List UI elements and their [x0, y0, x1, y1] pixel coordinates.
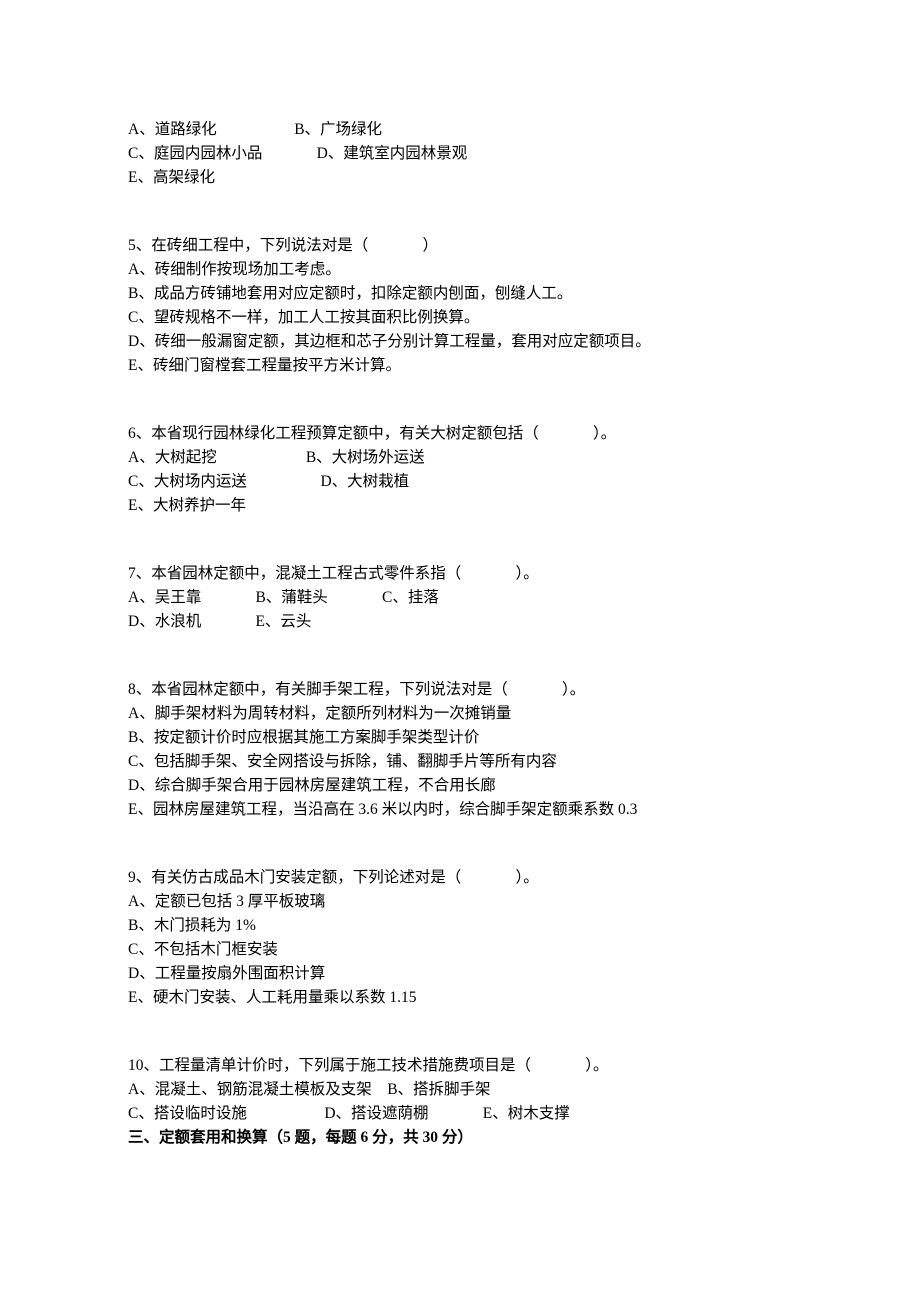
question-stem: 6、本省现行园林绿化工程预算定额中，有关大树定额包括（ ）。	[128, 422, 800, 446]
option-line: E、大树养护一年	[128, 494, 800, 518]
option-line: A、混凝土、钢筋混凝土模板及支架 B、搭拆脚手架	[128, 1078, 800, 1102]
option-line: A、道路绿化 B、广场绿化	[128, 118, 800, 142]
option-a: A、定额已包括 3 厚平板玻璃	[128, 890, 800, 914]
option-d: D、砖细一般漏窗定额，其边框和芯子分别计算工程量，套用对应定额项目。	[128, 330, 800, 354]
question-8: 8、本省园林定额中，有关脚手架工程，下列说法对是（ ）。 A、脚手架材料为周转材…	[128, 678, 800, 822]
section-3-heading: 三、定额套用和换算（5 题，每题 6 分，共 30 分）	[128, 1126, 800, 1150]
question-5: 5、在砖细工程中，下列说法对是（ ） A、砖细制作按现场加工考虑。 B、成品方砖…	[128, 234, 800, 378]
option-line: C、庭园内园林小品 D、建筑室内园林景观	[128, 142, 800, 166]
question-stem: 8、本省园林定额中，有关脚手架工程，下列说法对是（ ）。	[128, 678, 800, 702]
option-b: B、按定额计价时应根据其施工方案脚手架类型计价	[128, 726, 800, 750]
option-a: A、脚手架材料为周转材料，定额所列材料为一次摊销量	[128, 702, 800, 726]
question-6: 6、本省现行园林绿化工程预算定额中，有关大树定额包括（ ）。 A、大树起挖 B、…	[128, 422, 800, 518]
option-c: C、望砖规格不一样，加工人工按其面积比例换算。	[128, 306, 800, 330]
question-10: 10、工程量清单计价时，下列属于施工技术措施费项目是（ ）。 A、混凝土、钢筋混…	[128, 1054, 800, 1126]
option-e: E、园林房屋建筑工程，当沿高在 3.6 米以内时，综合脚手架定额乘系数 0.3	[128, 798, 800, 822]
option-d: D、综合脚手架合用于园林房屋建筑工程，不合用长廊	[128, 774, 800, 798]
question-stem: 9、有关仿古成品木门安装定额，下列论述对是（ ）。	[128, 866, 800, 890]
question-stem: 10、工程量清单计价时，下列属于施工技术措施费项目是（ ）。	[128, 1054, 800, 1078]
option-a: A、砖细制作按现场加工考虑。	[128, 258, 800, 282]
question-continued-options: A、道路绿化 B、广场绿化 C、庭园内园林小品 D、建筑室内园林景观 E、高架绿…	[128, 118, 800, 190]
option-b: B、木门损耗为 1%	[128, 914, 800, 938]
option-line: E、高架绿化	[128, 166, 800, 190]
page-content: A、道路绿化 B、广场绿化 C、庭园内园林小品 D、建筑室内园林景观 E、高架绿…	[0, 0, 920, 1211]
question-stem: 7、本省园林定额中，混凝土工程古式零件系指（ ）。	[128, 562, 800, 586]
question-9: 9、有关仿古成品木门安装定额，下列论述对是（ ）。 A、定额已包括 3 厚平板玻…	[128, 866, 800, 1010]
option-line: C、大树场内运送 D、大树栽植	[128, 470, 800, 494]
option-c: C、包括脚手架、安全网搭设与拆除，铺、翻脚手片等所有内容	[128, 750, 800, 774]
option-e: E、硬木门安装、人工耗用量乘以系数 1.15	[128, 986, 800, 1010]
question-stem: 5、在砖细工程中，下列说法对是（ ）	[128, 234, 800, 258]
option-line: C、搭设临时设施 D、搭设遮荫棚 E、树木支撑	[128, 1102, 800, 1126]
option-d: D、工程量按扇外围面积计算	[128, 962, 800, 986]
question-7: 7、本省园林定额中，混凝土工程古式零件系指（ ）。 A、吴王靠 B、蒲鞋头 C、…	[128, 562, 800, 634]
option-e: E、砖细门窗樘套工程量按平方米计算。	[128, 354, 800, 378]
option-c: C、不包括木门框安装	[128, 938, 800, 962]
option-line: A、吴王靠 B、蒲鞋头 C、挂落	[128, 586, 800, 610]
option-line: A、大树起挖 B、大树场外运送	[128, 446, 800, 470]
option-b: B、成品方砖铺地套用对应定额时，扣除定额内刨面，刨缝人工。	[128, 282, 800, 306]
option-line: D、水浪机 E、云头	[128, 610, 800, 634]
